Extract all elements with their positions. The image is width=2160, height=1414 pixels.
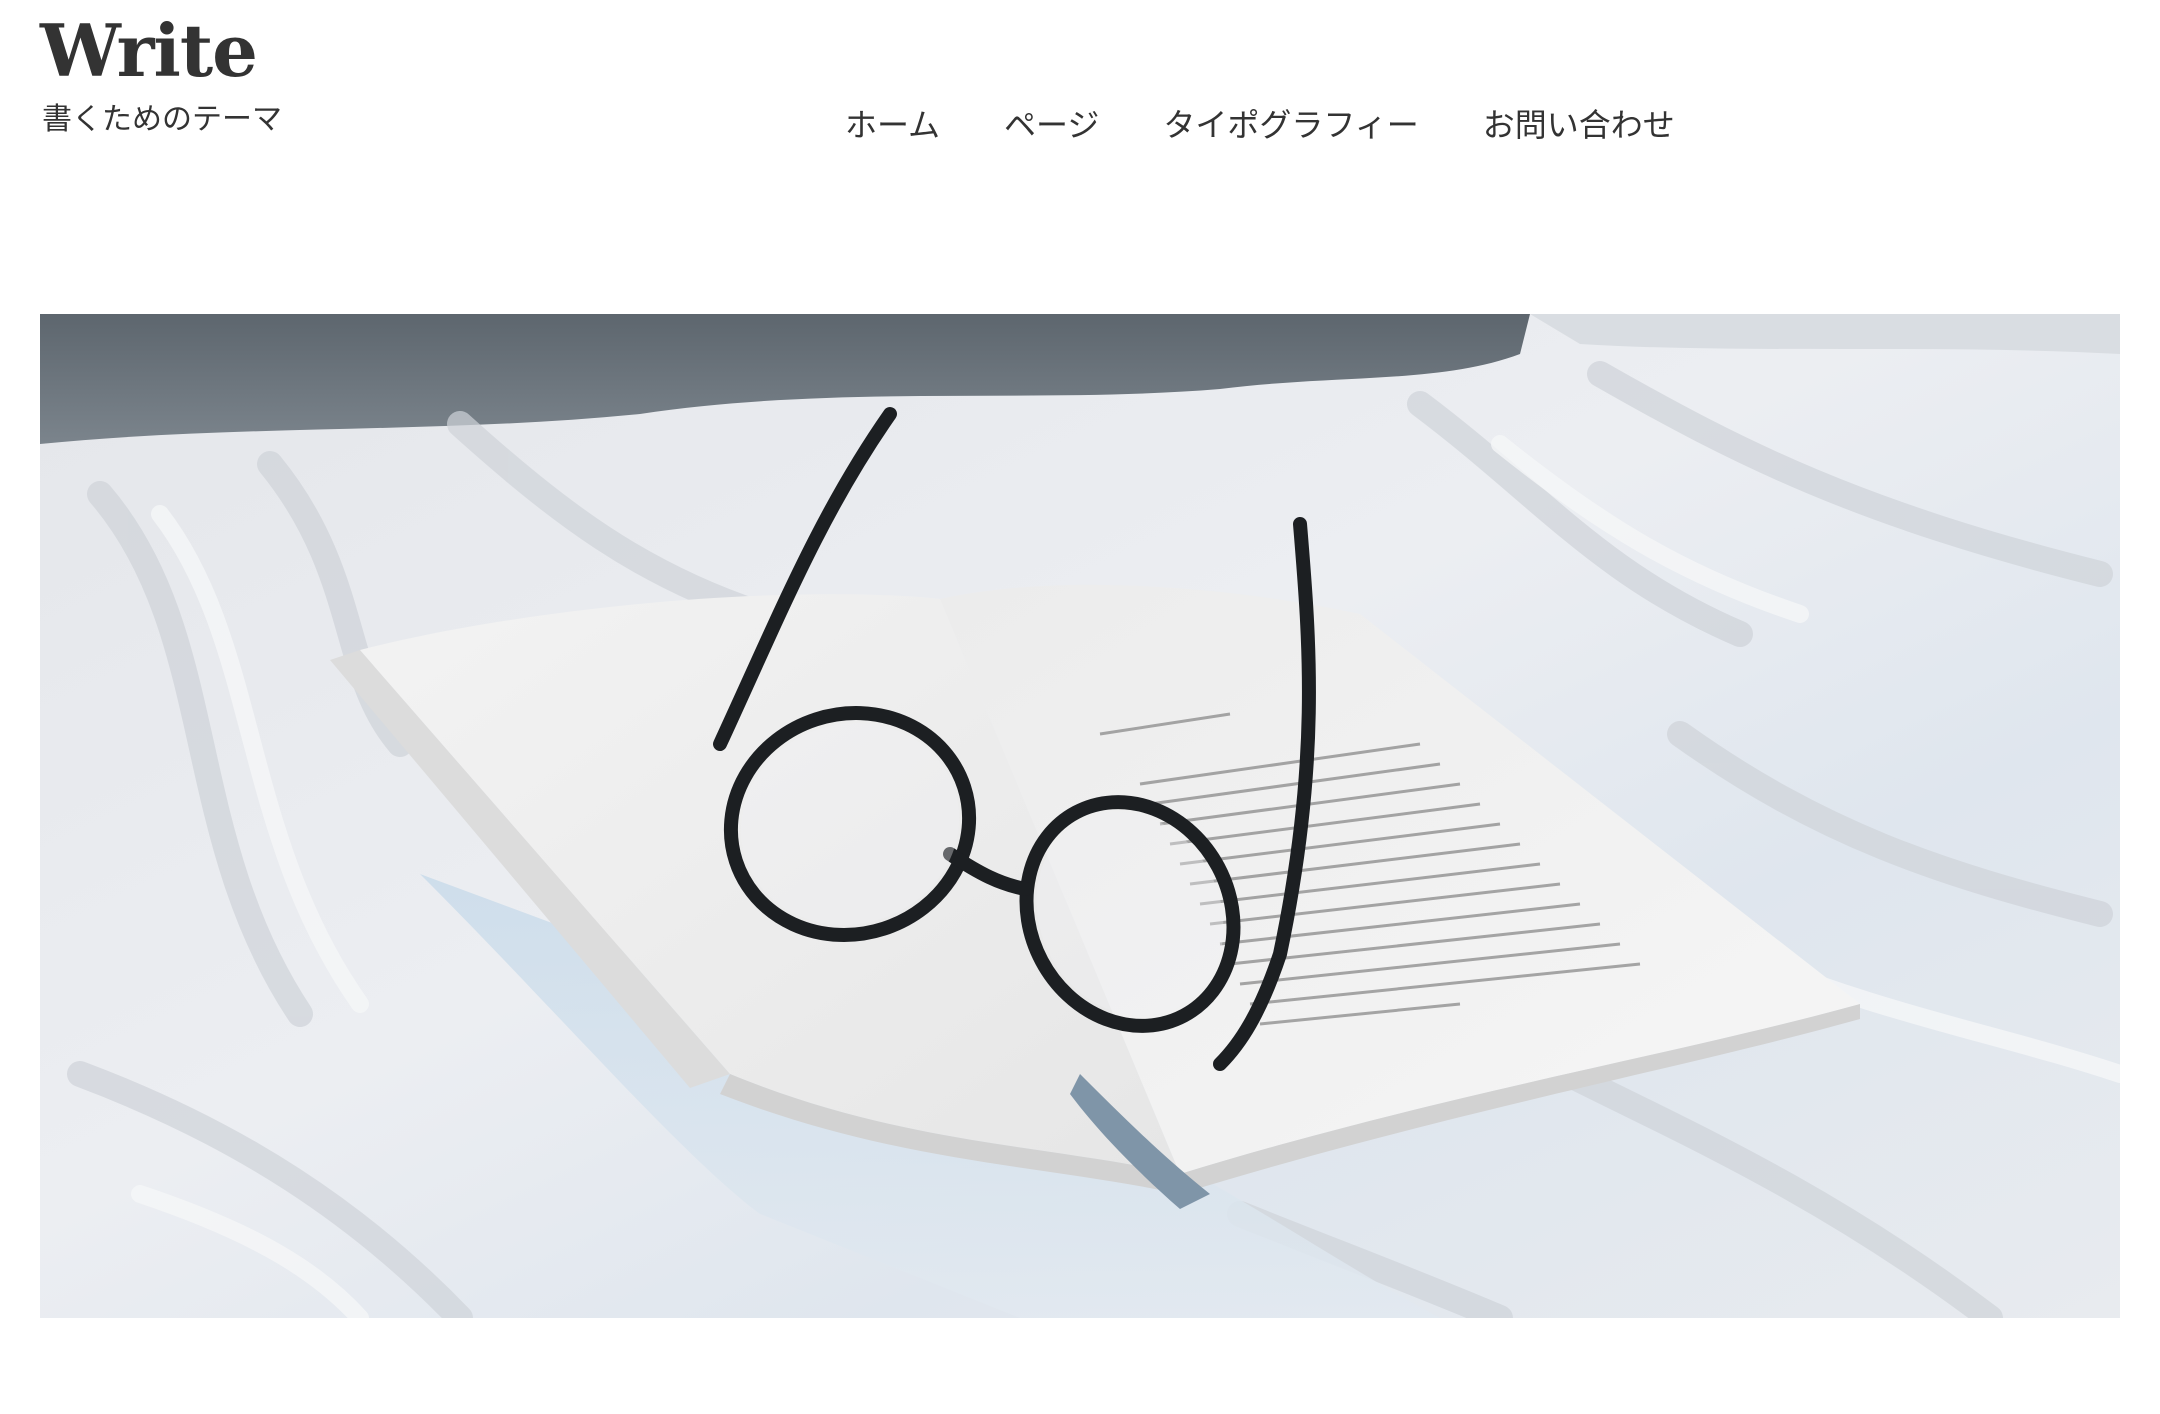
nav-item-contact[interactable]: お問い合わせ (1483, 104, 1675, 146)
nav-item-typography[interactable]: タイポグラフィー (1163, 104, 1418, 146)
site-description: 書くためのテーマ (42, 102, 282, 137)
nav-item-home[interactable]: ホーム (845, 104, 940, 146)
hero-photo (40, 314, 2120, 1318)
hero-image (40, 314, 2120, 1318)
site-title[interactable]: Write (40, 8, 282, 94)
nav-item-page[interactable]: ページ (1004, 104, 1099, 146)
site-branding: Write 書くためのテーマ (40, 8, 282, 138)
main-navigation: ホーム ページ タイポグラフィー お問い合わせ (845, 104, 1675, 146)
